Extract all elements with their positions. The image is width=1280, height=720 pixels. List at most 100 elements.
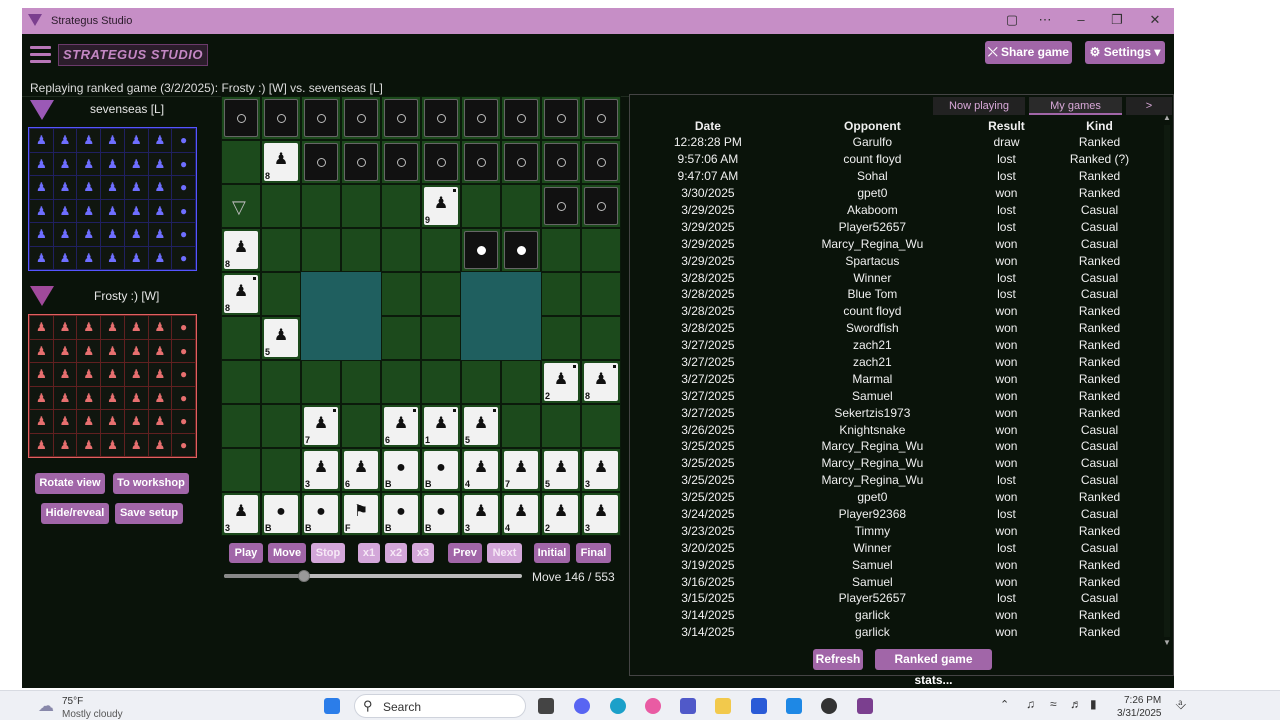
board-cell[interactable] [541, 96, 581, 140]
board-cell[interactable] [301, 140, 341, 184]
rotate-view-button[interactable]: Rotate view [35, 473, 105, 494]
board-cell[interactable] [421, 140, 461, 184]
table-row[interactable]: 3/25/2025 gpet0 won Ranked [642, 489, 1157, 506]
tab-my-games[interactable]: My games [1029, 97, 1122, 115]
settings-button[interactable]: ⚙ Settings ▾ [1085, 41, 1165, 64]
piece[interactable]: ♟ 2 [544, 495, 578, 533]
table-row[interactable]: 3/29/2025 Akaboom lost Casual [642, 202, 1157, 219]
table-row[interactable]: 3/24/2025 Player92368 lost Casual [642, 506, 1157, 523]
piece[interactable]: ♟ 7 [504, 451, 538, 489]
board-cell[interactable] [581, 272, 621, 316]
piece[interactable]: ♟ 6 [384, 407, 418, 445]
piece[interactable]: ● B [264, 495, 298, 533]
hidden-piece[interactable] [304, 99, 338, 137]
stop-button[interactable]: Stop [311, 543, 345, 563]
board-cell[interactable] [301, 96, 341, 140]
board-cell[interactable] [341, 96, 381, 140]
piece[interactable]: ♟ 8 [584, 363, 618, 401]
piece[interactable]: ♟ 3 [584, 451, 618, 489]
piece[interactable]: ♟ 8 [264, 143, 298, 181]
to-workshop-button[interactable]: To workshop [113, 473, 189, 494]
notification-icon[interactable]: ⎀ [1175, 696, 1186, 713]
board-cell[interactable] [501, 140, 541, 184]
board-cell[interactable]: ⚑ F [341, 492, 381, 536]
start-icon[interactable] [324, 698, 340, 714]
board-cell[interactable]: ● B [421, 448, 461, 492]
hidden-piece[interactable] [224, 99, 258, 137]
board-cell[interactable] [381, 360, 421, 404]
game-board[interactable]: ♟ 8 ▽ ♟ 9 ♟ 8 ♟ 8 ♟ 5 ♟ 2 ♟ 8 ♟ 7 ♟ 6 ♟ 1 ♟ 5 ♟ 3 ♟ 6 ● B ● B ♟ 4 ♟ 7 ♟ 5 ♟ 3 ♟… [221, 96, 621, 536]
restore-icon[interactable]: ❐ [1108, 12, 1126, 28]
piece[interactable]: ♟ 5 [464, 407, 498, 445]
board-cell[interactable] [501, 228, 541, 272]
board-cell[interactable] [381, 140, 421, 184]
board-cell[interactable] [221, 404, 261, 448]
board-cell[interactable]: ● B [381, 448, 421, 492]
hidden-piece[interactable] [504, 99, 538, 137]
lake-cell[interactable] [501, 316, 541, 360]
board-cell[interactable] [341, 404, 381, 448]
board-cell[interactable]: ♟ 5 [541, 448, 581, 492]
piece[interactable]: ♟ 4 [464, 451, 498, 489]
table-row[interactable]: 3/29/2025 Marcy_Regina_Wu won Casual [642, 235, 1157, 252]
edge-icon[interactable] [610, 698, 626, 714]
table-row[interactable]: 3/28/2025 count floyd won Ranked [642, 303, 1157, 320]
piece[interactable]: ♟ 6 [344, 451, 378, 489]
piece[interactable]: ● B [424, 495, 458, 533]
table-row[interactable]: 3/28/2025 Winner lost Casual [642, 269, 1157, 286]
final-button[interactable]: Final [576, 543, 611, 563]
hidden-piece[interactable] [584, 143, 618, 181]
board-cell[interactable] [461, 228, 501, 272]
board-cell[interactable]: ● B [421, 492, 461, 536]
board-cell[interactable]: ♟ 8 [261, 140, 301, 184]
minimize-icon[interactable]: – [1072, 12, 1090, 27]
board-cell[interactable] [581, 184, 621, 228]
hidden-piece[interactable] [544, 99, 578, 137]
table-row[interactable]: 3/25/2025 Marcy_Regina_Wu lost Casual [642, 472, 1157, 489]
board-cell[interactable]: ♟ 2 [541, 360, 581, 404]
board-cell[interactable] [501, 184, 541, 228]
clock-date[interactable]: 3/31/2025 [1117, 708, 1162, 719]
piece[interactable]: ♟ 4 [504, 495, 538, 533]
board-cell[interactable]: ♟ 8 [221, 228, 261, 272]
piece[interactable]: ♟ 5 [264, 319, 298, 357]
board-cell[interactable]: ● B [261, 492, 301, 536]
scroll-down-icon[interactable]: ▼ [1163, 638, 1171, 647]
board-cell[interactable] [461, 96, 501, 140]
cast-icon[interactable]: ▢ [1003, 12, 1021, 28]
board-cell[interactable]: ♟ 7 [501, 448, 541, 492]
table-row[interactable]: 3/20/2025 Winner lost Casual [642, 539, 1157, 556]
piece[interactable]: ♟ 8 [224, 231, 258, 269]
hidden-piece[interactable] [584, 99, 618, 137]
board-cell[interactable] [261, 360, 301, 404]
copilot-icon[interactable] [645, 698, 661, 714]
board-cell[interactable]: ● B [381, 492, 421, 536]
table-row[interactable]: 3/28/2025 Swordfish won Ranked [642, 320, 1157, 337]
hidden-piece[interactable] [464, 231, 498, 269]
hidden-piece[interactable] [384, 99, 418, 137]
table-row[interactable]: 3/29/2025 Spartacus won Ranked [642, 252, 1157, 269]
board-cell[interactable] [581, 96, 621, 140]
board-cell[interactable] [261, 404, 301, 448]
board-cell[interactable] [261, 272, 301, 316]
board-cell[interactable] [461, 360, 501, 404]
lake-cell[interactable] [461, 316, 501, 360]
table-row[interactable]: 3/27/2025 Samuel won Ranked [642, 387, 1157, 404]
table-row[interactable]: 3/19/2025 Samuel won Ranked [642, 556, 1157, 573]
table-row[interactable]: 3/29/2025 Player52657 lost Casual [642, 218, 1157, 235]
piece[interactable]: ● B [384, 495, 418, 533]
hidden-piece[interactable] [344, 99, 378, 137]
board-cell[interactable]: ♟ 7 [301, 404, 341, 448]
board-cell[interactable]: ▽ [221, 184, 261, 228]
hidden-piece[interactable] [584, 187, 618, 225]
board-cell[interactable]: ♟ 8 [581, 360, 621, 404]
clock-time[interactable]: 7:26 PM [1124, 695, 1161, 706]
board-cell[interactable]: ♟ 3 [221, 492, 261, 536]
board-cell[interactable] [381, 316, 421, 360]
weather-icon[interactable]: ☁ [38, 696, 54, 716]
table-row[interactable]: 3/27/2025 Sekertzis1973 won Ranked [642, 404, 1157, 421]
board-cell[interactable] [221, 316, 261, 360]
board-cell[interactable]: ♟ 2 [541, 492, 581, 536]
hidden-piece[interactable] [424, 143, 458, 181]
column-header[interactable]: Result [971, 117, 1042, 134]
